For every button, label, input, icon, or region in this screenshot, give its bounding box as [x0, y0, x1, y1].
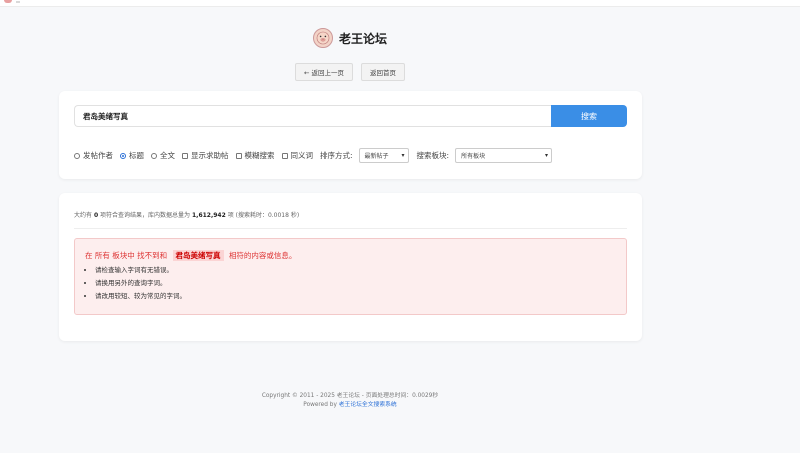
list-item: 请换用另外的查询字词。	[95, 279, 186, 288]
board-select-value: 所有板块	[461, 153, 486, 160]
powered-prefix: Powered by	[303, 402, 337, 408]
powered-by-line: Powered by 老王论坛全文搜索系统	[0, 401, 700, 410]
checkbox-show-help-posts[interactable]	[182, 152, 188, 159]
notice-suffix: 相符的内容或信息。	[228, 251, 297, 260]
search-button[interactable]: 搜索	[551, 105, 627, 127]
scope-label-author: 发帖作者	[83, 151, 113, 160]
search-panel: 君岛美绪写真 搜索 发帖作者 标题 全文 显示求助帖 模糊搜索 同义词 排序方式…	[59, 91, 642, 179]
scope-option-title[interactable]: 标题	[120, 150, 144, 161]
page-footer: Copyright © 2011 - 2025 老王论坛 - 页面处理总时间：0…	[0, 392, 700, 410]
board-select[interactable]: 所有板块 ▾	[455, 148, 553, 163]
list-item: 请改用较短、较为常见的字词。	[95, 292, 186, 301]
scope-label-fulltext: 全文	[160, 151, 175, 160]
label-show-help-posts: 显示求助帖	[191, 151, 229, 160]
checkbox-fuzzy-search[interactable]	[235, 152, 242, 159]
radio-fulltext[interactable]	[151, 152, 157, 159]
result-count: 0	[93, 212, 99, 219]
scope-label-title: 标题	[129, 151, 144, 160]
divider	[74, 228, 627, 229]
no-results-message: 在 所有 板块中 找不到和 君岛美绪写真 相符的内容或信息。	[85, 250, 296, 261]
search-options: 发帖作者 标题 全文 显示求助帖 模糊搜索 同义词 排序方式: 最新帖子 ▾ 搜…	[74, 148, 553, 163]
stats-prefix: 大约有	[74, 212, 93, 219]
search-input[interactable]: 君岛美绪写真	[74, 105, 551, 127]
no-results-alert: 在 所有 板块中 找不到和 君岛美绪写真 相符的内容或信息。 请检查输入字词有无…	[74, 238, 627, 315]
sort-label: 排序方式:	[320, 151, 353, 160]
site-title[interactable]: 老王论坛	[339, 30, 387, 47]
scope-option-fulltext[interactable]: 全文	[151, 150, 175, 161]
scope-option-author[interactable]: 发帖作者	[74, 150, 113, 161]
tab-fragment	[16, 1, 20, 3]
result-stats: 大约有 0 项符合查询结果，库内数据总量为 1,612,942 项 (搜索耗时：…	[74, 210, 299, 219]
stats-middle: 项符合查询结果，库内数据总量为	[100, 212, 191, 219]
label-fuzzy-search: 模糊搜索	[244, 151, 275, 160]
search-bar: 君岛美绪写真 搜索	[74, 105, 627, 127]
option-show-help-posts[interactable]: 显示求助帖	[182, 150, 229, 161]
chevron-down-icon: ▾	[401, 152, 405, 159]
powered-link[interactable]: 老王论坛全文搜索系统	[339, 402, 397, 408]
radio-author[interactable]	[74, 152, 80, 159]
stats-suffix: 项 (搜索耗时：0.0018 秒)	[227, 212, 300, 219]
browser-top-strip	[0, 0, 800, 7]
notice-prefix: 在 所有 板块中 找不到和	[85, 251, 168, 260]
notice-keyword: 君岛美绪写真	[172, 250, 224, 261]
pig-face-icon[interactable]	[312, 28, 333, 48]
radio-title[interactable]	[120, 152, 126, 159]
back-button[interactable]: ← 返回上一页	[294, 63, 353, 81]
home-button[interactable]: 返回首页	[361, 63, 405, 81]
results-panel: 大约有 0 项符合查询结果，库内数据总量为 1,612,942 项 (搜索耗时：…	[59, 193, 642, 341]
sort-select[interactable]: 最新帖子 ▾	[358, 148, 409, 163]
option-synonyms[interactable]: 同义词	[281, 150, 314, 161]
label-synonyms: 同义词	[290, 151, 314, 160]
site-header: 老王论坛	[0, 28, 700, 48]
list-item: 请检查输入字词有无错误。	[95, 266, 186, 275]
total-count: 1,612,942	[191, 212, 226, 219]
checkbox-synonyms[interactable]	[281, 152, 288, 159]
tab-favicon-icon	[4, 0, 12, 3]
suggestion-list: 请检查输入字词有无错误。 请换用另外的查询字词。 请改用较短、较为常见的字词。	[85, 266, 186, 305]
copyright-text: Copyright © 2011 - 2025 老王论坛 - 页面处理总时间：0…	[261, 393, 439, 399]
sort-select-value: 最新帖子	[364, 153, 389, 160]
nav-buttons: ← 返回上一页 返回首页	[0, 63, 700, 81]
board-label: 搜索板块:	[416, 151, 450, 160]
chevron-down-icon: ▾	[545, 152, 549, 159]
option-fuzzy-search[interactable]: 模糊搜索	[235, 150, 275, 161]
